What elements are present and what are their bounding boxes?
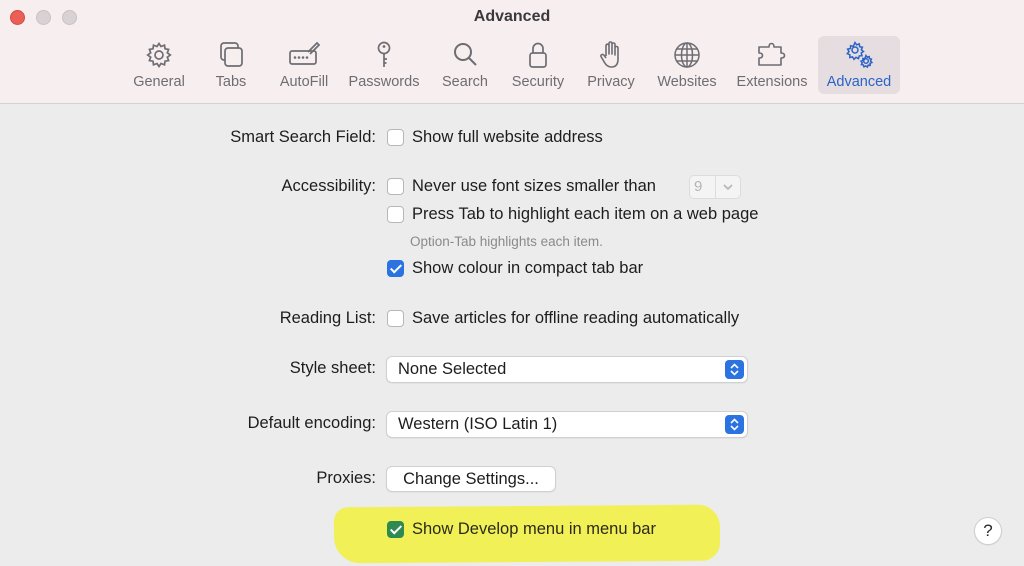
tab-privacy[interactable]: Privacy (582, 36, 640, 94)
style-sheet-label: Style sheet: (289, 359, 376, 377)
develop-menu-checkbox[interactable] (387, 521, 404, 538)
save-offline-checkbox[interactable] (387, 310, 404, 327)
tab-general[interactable]: General (128, 36, 190, 94)
help-button[interactable]: ? (974, 517, 1002, 545)
toolbar: Advanced General Tabs AutoFill Passwords… (0, 0, 1024, 104)
tab-passwords[interactable]: Passwords (344, 36, 424, 94)
compact-colour-checkbox[interactable] (387, 260, 404, 277)
puzzle-icon (758, 42, 786, 66)
key-icon (377, 41, 391, 67)
press-tab-label[interactable]: Press Tab to highlight each item on a we… (412, 205, 758, 224)
style-sheet-select[interactable]: None Selected (386, 356, 748, 383)
reading-list-label: Reading List: (279, 309, 376, 327)
globe-icon (674, 42, 700, 68)
updown-icon (725, 360, 744, 379)
chevron-down-icon (715, 176, 740, 198)
tab-tabs[interactable]: Tabs (206, 36, 256, 94)
tab-label: Websites (657, 74, 717, 90)
smart-search-label: Smart Search Field: (230, 128, 376, 146)
hand-icon (600, 41, 619, 68)
tab-label: Security (511, 74, 565, 90)
tab-websites[interactable]: Websites (652, 36, 722, 94)
tab-search[interactable]: Search (436, 36, 494, 94)
tab-label: Tabs (215, 74, 247, 90)
tab-label: AutoFill (279, 74, 329, 90)
tab-advanced[interactable]: Advanced (818, 36, 900, 94)
min-font-checkbox[interactable] (387, 178, 404, 195)
compact-colour-label[interactable]: Show colour in compact tab bar (412, 259, 643, 278)
save-offline-label[interactable]: Save articles for offline reading automa… (412, 309, 739, 328)
press-tab-checkbox[interactable] (387, 206, 404, 223)
updown-icon (725, 415, 744, 434)
proxies-label: Proxies: (316, 469, 376, 487)
tab-autofill[interactable]: AutoFill (274, 36, 334, 94)
develop-menu-label[interactable]: Show Develop menu in menu bar (412, 520, 656, 539)
change-settings-button[interactable]: Change Settings... (386, 466, 556, 492)
min-font-label[interactable]: Never use font sizes smaller than (412, 177, 656, 196)
encoding-value: Western (ISO Latin 1) (398, 415, 558, 433)
window-title: Advanced (473, 8, 551, 25)
tab-label: Search (442, 74, 488, 90)
gear-icon (146, 41, 172, 69)
autofill-icon (289, 41, 320, 65)
style-sheet-value: None Selected (398, 360, 507, 378)
tab-label: Advanced (826, 74, 892, 90)
font-size-select[interactable]: 9 (689, 175, 741, 199)
tab-label: Privacy (587, 74, 635, 90)
font-size-value: 9 (694, 178, 703, 195)
show-full-address-checkbox[interactable] (387, 129, 404, 146)
gears-icon (846, 40, 874, 69)
tabs-icon (220, 42, 243, 67)
tab-extensions[interactable]: Extensions (730, 36, 814, 94)
tab-label: Extensions (736, 74, 808, 90)
show-full-address-label[interactable]: Show full website address (412, 128, 603, 147)
encoding-label: Default encoding: (247, 414, 376, 432)
magnifier-icon (454, 43, 477, 66)
tab-label: Passwords (348, 74, 420, 90)
lock-icon (529, 42, 547, 68)
accessibility-label: Accessibility: (281, 177, 376, 195)
preferences-window: Advanced General Tabs AutoFill Passwords… (0, 0, 1024, 566)
option-tab-hint: Option-Tab highlights each item. (410, 234, 603, 249)
encoding-select[interactable]: Western (ISO Latin 1) (386, 411, 748, 438)
tab-security[interactable]: Security (504, 36, 572, 94)
tab-label: General (133, 74, 185, 90)
